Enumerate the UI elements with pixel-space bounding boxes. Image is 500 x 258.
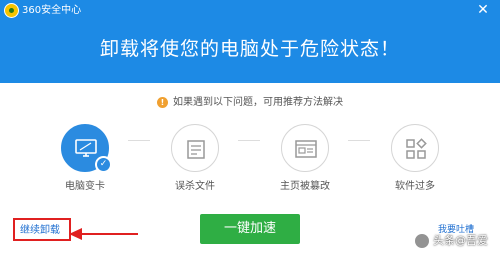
option-homepage-hijacked[interactable]: 主页被篡改 bbox=[265, 124, 345, 194]
title-bar: 360安全中心 ✕ bbox=[0, 0, 500, 22]
watermark-text: 头条@吾爱 bbox=[433, 234, 488, 247]
watermark-logo-icon bbox=[414, 233, 430, 249]
uninstall-dialog: 360安全中心 ✕ 卸载将使您的电脑处于危险状态！ ! 如果遇到以下问题，可用推… bbox=[0, 0, 500, 258]
warning-headline: 卸载将使您的电脑处于危险状态！ bbox=[99, 38, 400, 60]
option-circle bbox=[281, 124, 329, 172]
option-circle bbox=[171, 124, 219, 172]
divider bbox=[348, 140, 370, 141]
monitor-icon bbox=[75, 139, 97, 157]
close-button[interactable]: ✕ bbox=[474, 1, 492, 19]
option-label: 电脑变卡 bbox=[65, 181, 105, 192]
option-label: 误杀文件 bbox=[175, 181, 215, 192]
divider bbox=[128, 140, 150, 141]
file-icon bbox=[187, 140, 205, 159]
hint-text: 如果遇到以下问题，可用推荐方法解决 bbox=[173, 96, 343, 108]
option-computer-slow[interactable]: ✓ 电脑变卡 bbox=[45, 124, 125, 194]
one-click-speedup-button[interactable]: 一键加速 bbox=[200, 214, 300, 244]
info-warning-icon: ! bbox=[157, 97, 168, 108]
annotation-arrow-icon bbox=[69, 228, 138, 240]
apps-grid-icon bbox=[406, 138, 427, 159]
app-logo-icon bbox=[4, 3, 19, 18]
option-deleted-files[interactable]: 误杀文件 bbox=[155, 124, 235, 194]
option-circle: ✓ bbox=[61, 124, 112, 173]
option-too-many-apps[interactable]: 软件过多 bbox=[375, 124, 455, 194]
option-circle bbox=[391, 124, 439, 172]
option-label: 主页被篡改 bbox=[280, 181, 330, 192]
header-banner: 360安全中心 ✕ 卸载将使您的电脑处于危险状态！ bbox=[0, 0, 500, 83]
app-title: 360安全中心 bbox=[22, 5, 82, 16]
watermark: 头条@吾爱 bbox=[414, 233, 488, 249]
browser-icon bbox=[295, 140, 317, 158]
continue-uninstall-link[interactable]: 继续卸载 bbox=[20, 225, 60, 237]
hint-row: ! 如果遇到以下问题，可用推荐方法解决 bbox=[0, 90, 500, 108]
divider bbox=[238, 140, 260, 141]
check-icon: ✓ bbox=[95, 156, 112, 173]
option-label: 软件过多 bbox=[395, 181, 435, 192]
